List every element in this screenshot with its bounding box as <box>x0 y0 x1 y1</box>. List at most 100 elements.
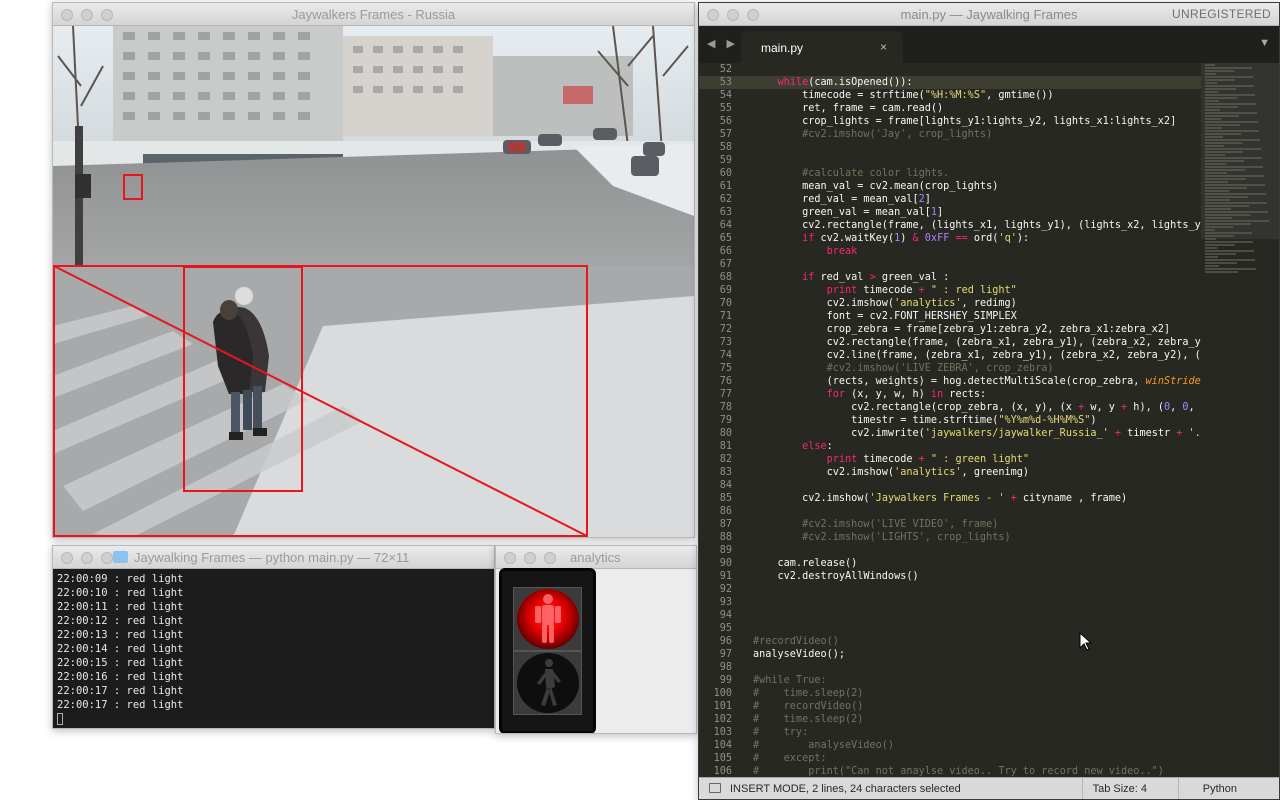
code-line[interactable]: 68 if red_val > green_val : <box>699 271 1201 284</box>
code-line[interactable]: 60 #calculate color lights. <box>699 167 1201 180</box>
code-line[interactable]: 104 # analyseVideo() <box>699 739 1201 752</box>
close-icon[interactable]: × <box>880 40 887 54</box>
code-line[interactable]: 94 <box>699 609 1201 622</box>
code-line[interactable]: 56 crop_lights = frame[lights_y1:lights_… <box>699 115 1201 128</box>
code-line[interactable]: 80 cv2.imwrite('jaywalkers/jaywalker_Rus… <box>699 427 1201 440</box>
zoom-button[interactable] <box>101 552 113 564</box>
code-line[interactable]: 72 crop_zebra = frame[zebra_y1:zebra_y2,… <box>699 323 1201 336</box>
line-number: 66 <box>719 246 732 257</box>
code-line[interactable]: 89 <box>699 544 1201 557</box>
code-line[interactable]: 69 print timecode + " : red light" <box>699 284 1201 297</box>
code-text: # analyseVideo() <box>753 740 895 751</box>
code-line[interactable]: 66 break <box>699 245 1201 258</box>
code-line[interactable]: 79 timestr = time.strftime("%Y%m%d-%H%M%… <box>699 414 1201 427</box>
tab-nav-arrows-icon[interactable]: ◀ ▶ <box>707 37 739 50</box>
code-line[interactable]: 105 # except: <box>699 752 1201 765</box>
minimize-button[interactable] <box>81 552 93 564</box>
editor-titlebar[interactable]: main.py — Jaywalking Frames UNREGISTERED <box>699 3 1279 26</box>
terminal-titlebar[interactable]: Jaywalking Frames — python main.py — 72×… <box>53 546 494 569</box>
code-line[interactable]: 74 cv2.line(frame, (zebra_x1, zebra_y1),… <box>699 349 1201 362</box>
terminal-output[interactable]: 22:00:09 : red light 22:00:10 : red light… <box>53 569 494 728</box>
line-number: 54 <box>719 90 732 101</box>
code-line[interactable]: 62 red_val = mean_val[2] <box>699 193 1201 206</box>
code-text: cv2.imshow('analytics', redimg) <box>753 298 1017 309</box>
close-button[interactable] <box>504 552 516 564</box>
code-line[interactable]: 61 mean_val = cv2.mean(crop_lights) <box>699 180 1201 193</box>
code-line[interactable]: 77 for (x, y, w, h) in rects: <box>699 388 1201 401</box>
code-line[interactable]: 54 timecode = strftime("%H:%M:%S", gmtim… <box>699 89 1201 102</box>
code-line[interactable]: 100 # time.sleep(2) <box>699 687 1201 700</box>
code-text: green_val = mean_val[1] <box>753 207 944 218</box>
panel-toggle-icon[interactable] <box>709 783 721 793</box>
minimap-line <box>1205 193 1266 195</box>
code-line[interactable]: 106 # print("Can not anaylse video.. Try … <box>699 765 1201 777</box>
minimap[interactable] <box>1201 63 1279 777</box>
line-number: 61 <box>719 181 732 192</box>
code-text: red_val = mean_val[2] <box>753 194 931 205</box>
code-line[interactable]: 84 <box>699 479 1201 492</box>
code-line[interactable]: 52 <box>699 63 1201 76</box>
code-text: print timecode + " : green light" <box>826 454 1030 465</box>
tab-size-selector[interactable]: Tab Size: 4 <box>1093 783 1147 795</box>
code-line[interactable]: 90 cam.release() <box>699 557 1201 570</box>
minimap-line <box>1205 157 1262 159</box>
code-line[interactable]: 82 print timecode + " : green light" <box>699 453 1201 466</box>
code-line[interactable]: 98 <box>699 661 1201 674</box>
minimap-line <box>1205 127 1222 129</box>
code-line[interactable]: 76 (rects, weights) = hog.detectMultiSca… <box>699 375 1201 388</box>
code-line[interactable]: 88 #cv2.imshow('LIGHTS', crop_lights) <box>699 531 1201 544</box>
code-line[interactable]: 58 <box>699 141 1201 154</box>
code-line[interactable]: 67 <box>699 258 1201 271</box>
line-number: 90 <box>719 558 732 569</box>
code-line[interactable]: 97 analyseVideo(); <box>699 648 1201 661</box>
minimap-line <box>1205 124 1240 126</box>
code-line[interactable]: 92 <box>699 583 1201 596</box>
code-line[interactable]: 53 while(cam.isOpened()): <box>699 76 1201 89</box>
code-line[interactable]: 93 <box>699 596 1201 609</box>
code-line[interactable]: 91 cv2.destroyAllWindows() <box>699 570 1201 583</box>
minimap-line <box>1205 196 1248 198</box>
code-line[interactable]: 85 cv2.imshow('Jaywalkers Frames - ' + c… <box>699 492 1201 505</box>
code-line[interactable]: 102 # time.sleep(2) <box>699 713 1201 726</box>
code-line[interactable]: 87 #cv2.imshow('LIVE VIDEO', frame) <box>699 518 1201 531</box>
code-text: font = cv2.FONT_HERSHEY_SIMPLEX <box>753 311 1017 322</box>
code-line[interactable]: 83 cv2.imshow('analytics', greenimg) <box>699 466 1201 479</box>
code-line[interactable]: 70 cv2.imshow('analytics', redimg) <box>699 297 1201 310</box>
red-lamp <box>517 589 579 649</box>
tab-label: main.py <box>761 41 804 55</box>
code-line[interactable]: 73 cv2.rectangle(frame, (zebra_x1, zebra… <box>699 336 1201 349</box>
close-button[interactable] <box>61 552 73 564</box>
analytics-titlebar[interactable]: analytics <box>496 546 696 569</box>
line-number: 62 <box>719 194 732 205</box>
code-text: timestr = time.strftime("%Y%m%d-%H%M%S") <box>753 415 1097 426</box>
zoom-button[interactable] <box>544 552 556 564</box>
code-line[interactable]: 64 cv2.rectangle(frame, (lights_x1, ligh… <box>699 219 1201 232</box>
code-line[interactable]: 101 # recordVideo() <box>699 700 1201 713</box>
code-line[interactable]: 63 green_val = mean_val[1] <box>699 206 1201 219</box>
code-text: # print("Can not anaylse video.. Try to … <box>753 766 1164 777</box>
code-line[interactable]: 78 cv2.rectangle(crop_zebra, (x, y), (x … <box>699 401 1201 414</box>
code-line[interactable]: 95 <box>699 622 1201 635</box>
line-number: 67 <box>719 259 732 270</box>
code-line[interactable]: 81 else: <box>699 440 1201 453</box>
tab-main-py[interactable]: main.py × <box>741 31 903 63</box>
code-line[interactable]: 57 #cv2.imshow('Jay', crop_lights) <box>699 128 1201 141</box>
minimap-line <box>1205 253 1236 255</box>
line-number: 92 <box>719 584 732 595</box>
video-window-titlebar[interactable]: Jaywalkers Frames - Russia <box>53 3 694 26</box>
minimap-line <box>1205 169 1245 171</box>
minimize-button[interactable] <box>524 552 536 564</box>
code-line[interactable]: 99 #while True: <box>699 674 1201 687</box>
line-number: 59 <box>719 155 732 166</box>
code-line[interactable]: 65 if cv2.waitKey(1) & 0xFF == ord('q'): <box>699 232 1201 245</box>
code-line[interactable]: 59 <box>699 154 1201 167</box>
code-line[interactable]: 96 #recordVideo() <box>699 635 1201 648</box>
code-line[interactable]: 55 ret, frame = cam.read() <box>699 102 1201 115</box>
code-editor[interactable]: 52 53 while(cam.isOpened()): 54 timecode =… <box>699 63 1201 777</box>
code-line[interactable]: 75 #cv2.imshow('LIVE ZEBRA', crop_zebra) <box>699 362 1201 375</box>
code-line[interactable]: 86 <box>699 505 1201 518</box>
chevron-down-icon[interactable]: ▼ <box>1259 37 1270 49</box>
code-line[interactable]: 103 # try: <box>699 726 1201 739</box>
code-line[interactable]: 71 font = cv2.FONT_HERSHEY_SIMPLEX <box>699 310 1201 323</box>
syntax-selector[interactable]: Python <box>1203 783 1237 795</box>
